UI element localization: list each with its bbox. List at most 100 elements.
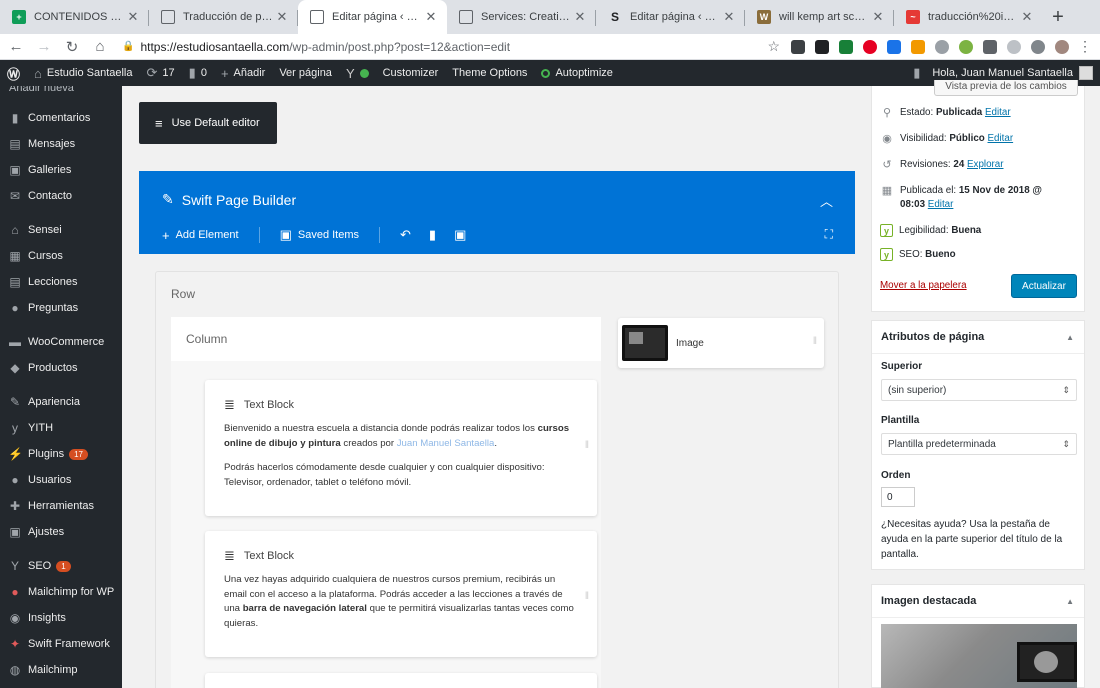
view-page-link[interactable]: Ver página bbox=[272, 60, 339, 86]
extension-icon[interactable] bbox=[791, 39, 805, 54]
bookmark-star-icon[interactable]: ☆ bbox=[767, 38, 780, 55]
undo-button[interactable]: ↶ bbox=[400, 227, 429, 243]
autoptimize-link[interactable]: Autoptimize bbox=[534, 60, 619, 86]
sidebar-item-preguntas[interactable]: ● Preguntas bbox=[0, 295, 122, 321]
extension-icon[interactable] bbox=[839, 39, 853, 54]
drag-handle-icon[interactable]: ‖ bbox=[813, 336, 817, 347]
reload-icon[interactable]: ↻ bbox=[60, 35, 84, 59]
close-icon[interactable]: ✕ bbox=[423, 9, 439, 25]
sidebar-item-mailchimp-for-wp[interactable]: ● Mailchimp for WP bbox=[0, 579, 122, 605]
collapse-triangle-icon[interactable]: ▲ bbox=[1066, 597, 1074, 606]
sidebar-item-swift-framework[interactable]: ✦ Swift Framework bbox=[0, 631, 122, 657]
add-element-button[interactable]: + Add Element bbox=[162, 228, 239, 243]
close-icon[interactable]: ✕ bbox=[870, 9, 886, 25]
submenu-fragment[interactable]: Añadir nueva bbox=[0, 86, 122, 96]
back-arrow-icon[interactable]: ← bbox=[4, 35, 28, 59]
close-icon[interactable]: ✕ bbox=[1019, 9, 1035, 25]
extension-icon[interactable] bbox=[815, 39, 829, 54]
extension-icon[interactable] bbox=[1007, 39, 1021, 54]
explore-revisions-link[interactable]: Explorar bbox=[967, 159, 1003, 170]
edit-date-link[interactable]: Editar bbox=[928, 199, 954, 210]
sidebar-item-herramientas[interactable]: ✚ Herramientas bbox=[0, 493, 122, 519]
saved-items-button[interactable]: ▣ Saved Items bbox=[280, 227, 359, 243]
sidebar-item-usuarios[interactable]: ● Usuarios bbox=[0, 467, 122, 493]
fullscreen-icon[interactable]: ⛶ bbox=[825, 227, 833, 242]
extension-icon[interactable] bbox=[1031, 39, 1045, 54]
text-block-card[interactable]: ≣ Text Block Bienvenido a nuestra escuel… bbox=[205, 380, 597, 516]
browser-tab-active[interactable]: Editar página ‹ Estudio ✕ bbox=[298, 0, 447, 34]
add-new-link[interactable]: + Añadir bbox=[214, 60, 272, 86]
featured-image-preview[interactable] bbox=[881, 624, 1077, 688]
sidebar-item-plugins[interactable]: ⚡ Plugins 17 bbox=[0, 441, 122, 467]
customizer-link[interactable]: Customizer bbox=[376, 60, 446, 86]
yoast-menu[interactable]: Y bbox=[339, 60, 376, 86]
sidebar-item-mensajes[interactable]: ▤ Mensajes bbox=[0, 131, 122, 157]
browser-tab[interactable]: Traducción de plugins ✕ bbox=[149, 0, 298, 34]
browser-tab[interactable]: ~ traducción%20incomp ✕ bbox=[894, 0, 1043, 34]
forward-arrow-icon[interactable]: → bbox=[32, 35, 56, 59]
move-to-trash-link[interactable]: Mover a la papelera bbox=[880, 280, 967, 291]
sidebar-item-comentarios[interactable]: ▮ Comentarios bbox=[0, 105, 122, 131]
column-container[interactable]: Column ≣ Text Block Bienvenido a nuestra… bbox=[171, 317, 601, 688]
parent-select[interactable]: (sin superior) ⇕ bbox=[881, 379, 1077, 401]
text-block-card[interactable]: ≣ Text Block Una vez hayas adquirido cua… bbox=[205, 531, 597, 657]
image-element-card[interactable]: Image ‖ bbox=[618, 318, 824, 368]
wordpress-logo-icon[interactable]: Ⓦ bbox=[0, 60, 27, 86]
browser-tab[interactable]: Services: Creative | Up ✕ bbox=[447, 0, 596, 34]
update-button[interactable]: Actualizar bbox=[1011, 274, 1077, 298]
theme-options-link[interactable]: Theme Options bbox=[445, 60, 534, 86]
clear-button[interactable]: ▮ bbox=[429, 227, 454, 243]
plus-icon: + bbox=[220, 65, 229, 81]
collapse-triangle-icon[interactable]: ▲ bbox=[1066, 333, 1074, 342]
browser-tab[interactable]: S Editar página ‹ Juan M ✕ bbox=[596, 0, 745, 34]
browser-tab[interactable]: + CONTENIDOS MKT - H ✕ bbox=[0, 0, 149, 34]
sidebar-item-contacto[interactable]: ✉ Contacto bbox=[0, 183, 122, 209]
page-attributes-header[interactable]: Atributos de página ▲ bbox=[872, 321, 1084, 354]
new-tab-button[interactable]: + bbox=[1043, 0, 1073, 34]
order-input[interactable]: 0 bbox=[881, 487, 915, 507]
extension-icon[interactable] bbox=[959, 39, 973, 54]
sidebar-item-sensei[interactable]: ⌂ Sensei bbox=[0, 217, 122, 243]
sidebar-item-ajustes[interactable]: ▣ Ajustes bbox=[0, 519, 122, 545]
sidebar-item-woocommerce[interactable]: ▬ WooCommerce bbox=[0, 329, 122, 355]
edit-status-link[interactable]: Editar bbox=[985, 107, 1011, 118]
author-link[interactable]: Juan Manuel Santaella bbox=[397, 438, 495, 449]
text-block-card[interactable] bbox=[205, 673, 597, 688]
sidebar-item-cursos[interactable]: ▦ Cursos bbox=[0, 243, 122, 269]
site-name-link[interactable]: ⌂ Estudio Santaella bbox=[27, 60, 139, 86]
edit-visibility-link[interactable]: Editar bbox=[988, 133, 1014, 144]
close-icon[interactable]: ✕ bbox=[572, 9, 588, 25]
autoptimize-label: Autoptimize bbox=[555, 67, 613, 79]
extension-icon[interactable] bbox=[911, 39, 925, 54]
sidebar-item-mailchimp[interactable]: ◍ Mailchimp bbox=[0, 657, 122, 683]
sidebar-item-yith[interactable]: y YITH bbox=[0, 415, 122, 441]
close-icon[interactable]: ✕ bbox=[125, 9, 141, 25]
sidebar-item-lecciones[interactable]: ▤ Lecciones bbox=[0, 269, 122, 295]
sidebar-item-productos[interactable]: ◆ Productos bbox=[0, 355, 122, 381]
sidebar-item-galleries[interactable]: ▣ Galleries bbox=[0, 157, 122, 183]
drag-handle-icon[interactable]: ‖ bbox=[585, 440, 589, 451]
save-layout-button[interactable]: ▣ bbox=[454, 227, 472, 243]
preview-changes-button[interactable]: Vista previa de los cambios bbox=[934, 80, 1078, 96]
sidebar-item-insights[interactable]: ◉ Insights bbox=[0, 605, 122, 631]
browser-menu-icon[interactable]: ⋮ bbox=[1078, 38, 1092, 55]
home-icon[interactable]: ⌂ bbox=[88, 35, 112, 59]
sidebar-item-seo[interactable]: Y SEO 1 bbox=[0, 553, 122, 579]
featured-image-header[interactable]: Imagen destacada ▲ bbox=[872, 585, 1084, 618]
extension-icon[interactable] bbox=[983, 39, 997, 54]
pinterest-icon[interactable] bbox=[863, 39, 877, 54]
template-select[interactable]: Plantilla predeterminada ⇕ bbox=[881, 433, 1077, 455]
updates-link[interactable]: ⟳ 17 bbox=[140, 60, 182, 86]
use-default-editor-button[interactable]: ≡ Use Default editor bbox=[139, 102, 277, 144]
address-bar[interactable]: 🔒 https://estudiosantaella.com/wp-admin/… bbox=[122, 36, 762, 58]
sidebar-item-apariencia[interactable]: ✎ Apariencia bbox=[0, 389, 122, 415]
comments-link[interactable]: ▮ 0 bbox=[182, 60, 214, 86]
extension-icon[interactable] bbox=[887, 39, 901, 54]
extension-icon[interactable] bbox=[935, 39, 949, 54]
browser-tab[interactable]: W will kemp art school | a ✕ bbox=[745, 0, 894, 34]
drag-handle-icon[interactable]: ‖ bbox=[585, 591, 589, 602]
chevron-up-icon[interactable]: ︿ bbox=[820, 191, 833, 210]
profile-avatar[interactable] bbox=[1055, 39, 1069, 54]
close-icon[interactable]: ✕ bbox=[721, 9, 737, 25]
close-icon[interactable]: ✕ bbox=[274, 9, 290, 25]
